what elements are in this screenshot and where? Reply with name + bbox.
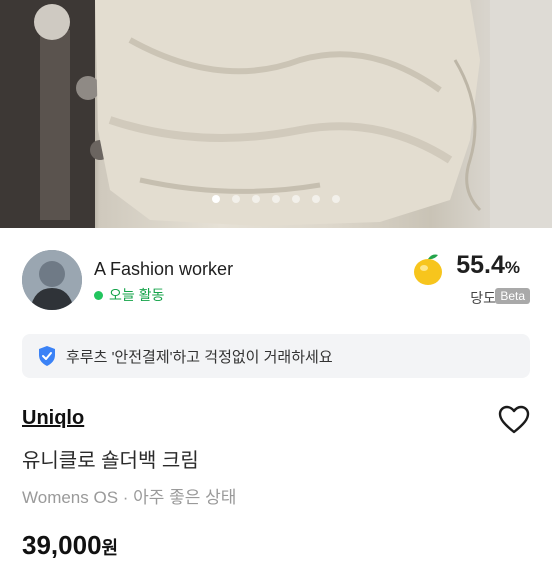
seller-activity-status: 오늘 활동 bbox=[94, 285, 164, 305]
lemon-icon bbox=[414, 254, 442, 285]
product-meta: Womens OS · 아주 좋은 상태 bbox=[22, 488, 237, 507]
pagination-dot[interactable] bbox=[252, 195, 260, 203]
product-price: 39,000원 bbox=[22, 530, 119, 560]
seller-name[interactable]: A Fashion worker bbox=[94, 259, 233, 280]
beta-badge: Beta bbox=[495, 288, 530, 304]
heart-icon[interactable] bbox=[498, 404, 530, 436]
shield-check-icon bbox=[39, 346, 55, 366]
activity-label: 오늘 활동 bbox=[109, 287, 165, 303]
product-image[interactable] bbox=[0, 0, 552, 228]
safe-payment-banner[interactable]: 후루츠 '안전결제'하고 걱정없이 거래하세요 bbox=[22, 334, 530, 378]
pagination-dot[interactable] bbox=[312, 195, 320, 203]
image-pagination bbox=[0, 195, 552, 203]
pagination-dot[interactable] bbox=[292, 195, 300, 203]
product-title: 유니클로 숄더백 크림 bbox=[22, 450, 199, 472]
seller-section[interactable]: A Fashion worker 오늘 활동 55.4% 당도 Beta bbox=[22, 250, 530, 312]
seller-avatar[interactable] bbox=[22, 250, 82, 310]
trust-label: 당도 bbox=[470, 290, 496, 306]
banner-text: 후루츠 '안전결제'하고 걱정없이 거래하세요 bbox=[66, 348, 333, 366]
pagination-dot[interactable] bbox=[332, 195, 340, 203]
pagination-dot[interactable] bbox=[272, 195, 280, 203]
trust-score[interactable]: 55.4% 당도 Beta bbox=[410, 250, 530, 312]
trust-value: 55.4% bbox=[456, 251, 520, 279]
product-photo-graphic bbox=[0, 0, 552, 228]
avatar-image bbox=[22, 250, 82, 310]
pagination-dot[interactable] bbox=[232, 195, 240, 203]
online-dot-icon bbox=[94, 290, 103, 300]
pagination-dot[interactable] bbox=[212, 195, 220, 203]
brand-link[interactable]: Uniqlo bbox=[22, 407, 84, 430]
